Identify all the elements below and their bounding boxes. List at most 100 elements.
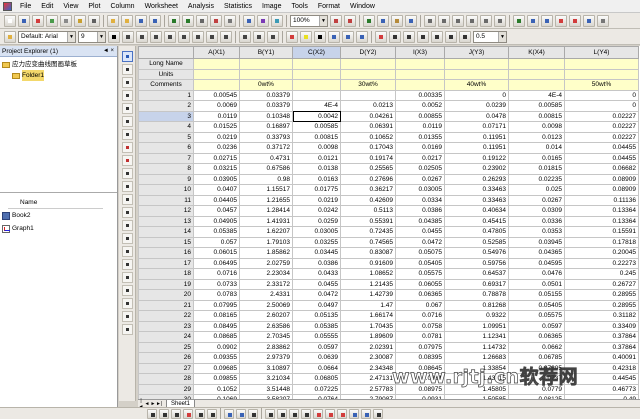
arrow-head-icon[interactable]: [431, 30, 443, 43]
table-cell[interactable]: [564, 58, 639, 70]
table-cell[interactable]: 0.025: [508, 184, 565, 196]
table-cell[interactable]: 0.0336: [508, 215, 565, 227]
table-cell[interactable]: 0.04595: [508, 257, 565, 269]
table-cell[interactable]: 0.0098: [292, 142, 341, 154]
rich-text-icon[interactable]: [356, 30, 368, 43]
table-cell[interactable]: 2.4331: [239, 289, 293, 301]
table-cell[interactable]: 0.83087: [340, 247, 396, 259]
table-cell[interactable]: 0.0639: [292, 352, 341, 364]
table-cell[interactable]: 0.03255: [292, 236, 341, 248]
table-cell[interactable]: [193, 68, 240, 80]
table-cell[interactable]: [395, 79, 445, 91]
add-column-icon[interactable]: [363, 14, 375, 27]
object-manager-icon[interactable]: [494, 14, 506, 27]
menu-analysis[interactable]: Analysis: [183, 0, 219, 13]
supersub-icon[interactable]: [178, 30, 190, 43]
table-cell[interactable]: 1.62207: [239, 226, 293, 238]
table-cell[interactable]: 0.07225: [292, 383, 341, 395]
table-cell[interactable]: 0.20045: [564, 247, 639, 259]
table-cell[interactable]: 0.01355: [395, 131, 445, 143]
table-cell[interactable]: 0.33409: [564, 320, 639, 332]
table-cell[interactable]: 0.08645: [395, 362, 445, 374]
region-icon[interactable]: [121, 259, 133, 270]
table-cell[interactable]: 0.11951: [444, 142, 509, 154]
table-cell[interactable]: 0.10652: [340, 131, 396, 143]
insert-graph-icon[interactable]: [121, 285, 133, 296]
table-cell[interactable]: 0.00855: [395, 110, 445, 122]
table-cell[interactable]: 0.0267: [508, 194, 565, 206]
row-number[interactable]: 4: [138, 121, 194, 133]
table-cell[interactable]: 2.60207: [239, 310, 293, 322]
table-cell[interactable]: 2.23034: [239, 268, 293, 280]
table-cell[interactable]: 0.0121: [292, 152, 341, 164]
print-icon[interactable]: [196, 14, 208, 27]
superscript-icon[interactable]: [150, 30, 162, 43]
table-cell[interactable]: 0.03945: [508, 236, 565, 248]
table-cell[interactable]: 0.5113: [340, 205, 396, 217]
table-cell[interactable]: 0.05385: [193, 226, 240, 238]
table-cell[interactable]: 1.08652: [340, 268, 396, 280]
row-number[interactable]: 22: [138, 310, 194, 322]
table-cell[interactable]: 0.06055: [395, 278, 445, 290]
font-name-select[interactable]: Default: Arial ▼: [18, 30, 76, 43]
merge-cells-icon[interactable]: [328, 30, 340, 43]
results-log-icon[interactable]: [257, 14, 269, 27]
table-cell[interactable]: [193, 58, 240, 70]
table-cell[interactable]: 0.0664: [292, 362, 341, 374]
hidden-icon[interactable]: [597, 14, 609, 27]
table-cell[interactable]: [340, 89, 396, 101]
table-cell[interactable]: 0.81268: [444, 299, 509, 311]
pointer-icon[interactable]: [121, 51, 133, 62]
table-cell[interactable]: 1.14732: [444, 341, 509, 353]
table-cell[interactable]: 2.02759: [239, 257, 293, 269]
table-cell[interactable]: 2.83862: [239, 341, 293, 353]
table-cell[interactable]: [292, 89, 341, 101]
table-cell[interactable]: 0.9322: [444, 310, 509, 322]
scale-icon[interactable]: [121, 77, 133, 88]
table-cell[interactable]: 0.06682: [564, 163, 639, 175]
row-number[interactable]: 25: [138, 341, 194, 353]
table-cell[interactable]: 0.03005: [292, 226, 341, 238]
table-cell[interactable]: 0.02227: [564, 131, 639, 143]
subscript-icon[interactable]: [164, 30, 176, 43]
table-cell[interactable]: [444, 58, 509, 70]
table-cell[interactable]: 0.42318: [564, 362, 639, 374]
table-cell[interactable]: 0.06785: [508, 352, 565, 364]
table-cell[interactable]: 0.03379: [239, 89, 293, 101]
table-cell[interactable]: 0.11951: [444, 131, 509, 143]
curve-draw-icon[interactable]: [277, 408, 287, 419]
last-sheet-icon[interactable]: ►|: [156, 401, 162, 407]
table-cell[interactable]: 0.15591: [564, 226, 639, 238]
new-graph-icon[interactable]: [32, 14, 44, 27]
messages-icon[interactable]: [452, 14, 464, 27]
table-cell[interactable]: 0.09855: [193, 373, 240, 385]
line-style-icon[interactable]: [389, 30, 401, 43]
column-plot-icon[interactable]: [183, 408, 193, 419]
table-cell[interactable]: [239, 58, 293, 70]
align-right-icon[interactable]: [267, 30, 279, 43]
table-cell[interactable]: 0.0455: [292, 278, 341, 290]
table-cell[interactable]: 0.06391: [340, 121, 396, 133]
table-cell[interactable]: 0.26293: [444, 173, 509, 185]
table-cell[interactable]: 0.40634: [444, 205, 509, 217]
table-cell[interactable]: 0.78878: [444, 289, 509, 301]
row-label[interactable]: Comments: [138, 79, 194, 91]
table-cell[interactable]: 0.0165: [508, 152, 565, 164]
table-cell[interactable]: 50wt%: [564, 79, 639, 91]
new-layout-icon[interactable]: [74, 14, 86, 27]
table-cell[interactable]: 0.0597: [508, 320, 565, 332]
table-cell[interactable]: 3.21034: [239, 373, 293, 385]
table-cell[interactable]: 0.05385: [292, 320, 341, 332]
table-cell[interactable]: 0.0781: [395, 331, 445, 343]
table-cell[interactable]: 0.59756: [444, 257, 509, 269]
table-cell[interactable]: 0.11136: [564, 194, 639, 206]
table-cell[interactable]: 3.10897: [239, 362, 293, 374]
table-cell[interactable]: 4E-4: [508, 89, 565, 101]
import-wizard-icon[interactable]: [182, 14, 194, 27]
table-cell[interactable]: 0.37864: [564, 331, 639, 343]
table-cell[interactable]: 0.04455: [564, 152, 639, 164]
table-cell[interactable]: 1.09951: [444, 320, 509, 332]
table-cell[interactable]: 0.0219: [193, 131, 240, 143]
rescale-icon[interactable]: [555, 14, 567, 27]
table-cell[interactable]: 0.08165: [193, 310, 240, 322]
